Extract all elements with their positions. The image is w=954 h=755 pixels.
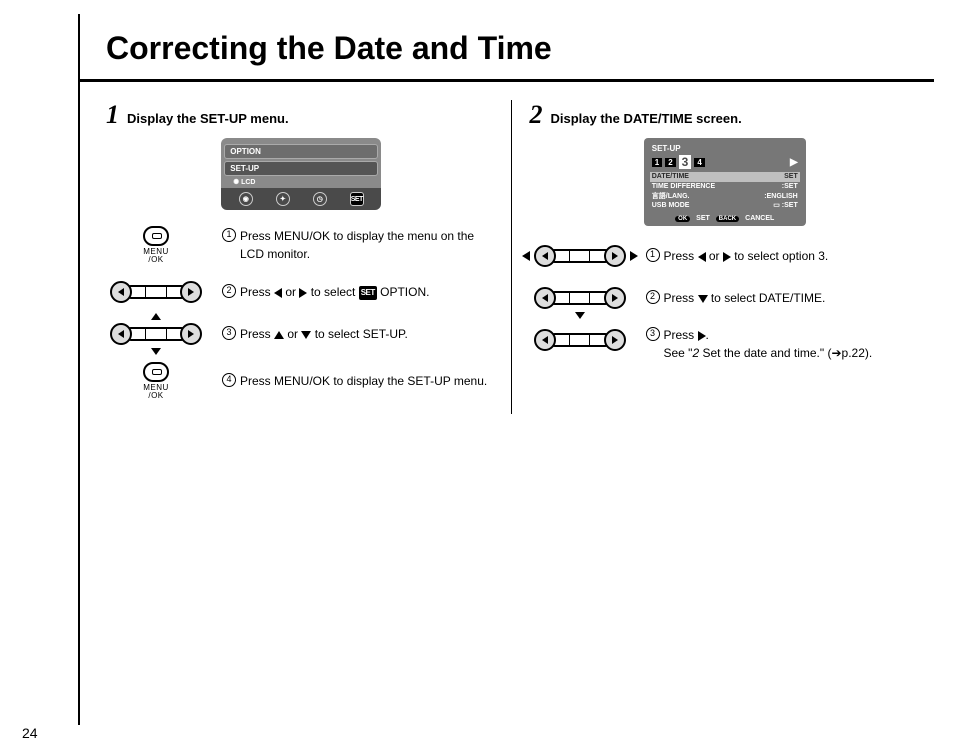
row-datetime: DATE/TIMESET xyxy=(650,172,800,182)
title-bar: Correcting the Date and Time xyxy=(80,14,934,82)
tab-3-active: 3 xyxy=(679,155,692,169)
ok-pill: OK xyxy=(675,216,690,222)
step-number-1: 1 xyxy=(106,100,119,130)
set-icon: SET xyxy=(350,192,364,206)
row-usb: USB MODE▭ :SET xyxy=(652,201,798,211)
step-1-column: 1 Display the SET-UP menu. OPTION SET-UP… xyxy=(92,100,511,414)
dpad-horizontal xyxy=(110,278,202,306)
dpad-down-icon xyxy=(151,348,161,355)
step1-text3: Press or to select SET-UP. xyxy=(240,325,408,343)
step-2-head: 2 Display the DATE/TIME screen. xyxy=(530,100,921,130)
row-lang: 言語/LANG.:ENGLISH xyxy=(652,192,798,202)
step1-item2: 2 Press or to select SET OPTION. xyxy=(106,278,497,306)
step1-item3: 3 Press or to select SET-UP. xyxy=(106,320,497,348)
menu-ok-label: MENU/OK xyxy=(143,248,169,264)
s2-bullet-1: 1 xyxy=(646,248,660,262)
dpad-left-icon xyxy=(110,281,132,303)
bullet-1: 1 xyxy=(222,228,236,242)
page-number: 24 xyxy=(22,725,38,741)
s2-bullet-2: 2 xyxy=(646,290,660,304)
dpad-right-cap4 xyxy=(604,329,626,351)
dpad-right-icon xyxy=(180,281,202,303)
dpad-out-arrows xyxy=(534,242,626,270)
step1-item1: MENU/OK 1 Press MENU/OK to display the me… xyxy=(106,226,497,264)
step2-item3: 3 Press . See "2 Set the date and time."… xyxy=(530,326,921,362)
dpad-right-cap3 xyxy=(604,287,626,309)
row-timediff: TIME DIFFERENCE:SET xyxy=(652,182,798,192)
dpad-right-cap xyxy=(180,323,202,345)
step1-item4: MENU/OK 4 Press MENU/OK to display the SE… xyxy=(106,362,497,400)
menu-ok-button: MENU/OK xyxy=(143,226,169,264)
flash-icon: ✦ xyxy=(276,192,290,206)
down-arrow-icon xyxy=(301,331,311,339)
screen-line-setup: SET-UP xyxy=(224,161,378,176)
screen2-header: SET-UP xyxy=(652,144,798,153)
menu-ok-label-2: MENU/OK xyxy=(143,384,169,400)
dpad-vertical xyxy=(110,320,202,348)
step2-item1: 1 Press or to select option 3. xyxy=(530,242,921,270)
bullet-3: 3 xyxy=(222,326,236,340)
step2-screen-wrap: SET-UP 1 2 3 4 ▶ DATE/TIMESET TIME DIFFE… xyxy=(530,138,921,226)
column-divider xyxy=(511,100,512,414)
manual-page: Correcting the Date and Time 1 Display t… xyxy=(78,14,934,725)
set-badge-icon: SET xyxy=(359,286,377,300)
step1-screen-wrap: OPTION SET-UP ✺ LCD ◉ ✦ ◷ SET xyxy=(106,138,497,210)
step-number-2: 2 xyxy=(530,100,543,130)
page-title: Correcting the Date and Time xyxy=(106,30,916,67)
tab-1: 1 xyxy=(652,158,662,167)
dpad-left-cap xyxy=(110,323,132,345)
step2-text1: Press or to select option 3. xyxy=(664,247,829,265)
screen-icon-bar: ◉ ✦ ◷ SET xyxy=(221,188,381,210)
right-arrow-icon-3 xyxy=(698,331,706,341)
setup-menu-screen: OPTION SET-UP ✺ LCD ◉ ✦ ◷ SET xyxy=(221,138,381,210)
dpad-down-icon-2 xyxy=(575,312,585,319)
timer-icon: ◷ xyxy=(313,192,327,206)
dpad-up-icon xyxy=(151,313,161,320)
datetime-screen: SET-UP 1 2 3 4 ▶ DATE/TIMESET TIME DIFFE… xyxy=(644,138,806,226)
screen-line-option: OPTION xyxy=(224,144,378,159)
dpad-left-cap3 xyxy=(534,287,556,309)
step1-text2: Press or to select SET OPTION. xyxy=(240,283,429,301)
left-arrow-icon xyxy=(274,288,282,298)
right-arrow-icon-2 xyxy=(723,252,731,262)
step-1-title: Display the SET-UP menu. xyxy=(127,111,289,126)
outer-left-arrow-icon xyxy=(522,251,530,261)
dpad-left-cap4 xyxy=(534,329,556,351)
down-arrow-icon-2 xyxy=(698,295,708,303)
step-1-head: 1 Display the SET-UP menu. xyxy=(106,100,497,130)
tab-more-icon: ▶ xyxy=(790,157,798,168)
dpad-left-cap2 xyxy=(534,245,556,267)
outer-right-arrow-icon xyxy=(630,251,638,261)
back-pill: BACK xyxy=(716,216,739,222)
bullet-2: 2 xyxy=(222,284,236,298)
dpad-right-cap2 xyxy=(604,245,626,267)
step-2-column: 2 Display the DATE/TIME screen. SET-UP 1… xyxy=(516,100,935,414)
menu-ok-icon xyxy=(143,226,169,246)
step-2-title: Display the DATE/TIME screen. xyxy=(551,111,742,126)
columns: 1 Display the SET-UP menu. OPTION SET-UP… xyxy=(80,82,934,414)
dpad-down-only xyxy=(534,284,626,312)
dpad-horizontal-2 xyxy=(534,326,626,354)
step1-text1: Press MENU/OK to display the menu on the… xyxy=(240,227,497,263)
menu-ok-icon-2 xyxy=(143,362,169,382)
left-arrow-icon-2 xyxy=(698,252,706,262)
s2-bullet-3: 3 xyxy=(646,327,660,341)
tab-4: 4 xyxy=(694,158,704,167)
bullet-4: 4 xyxy=(222,373,236,387)
screen2-tabs: 1 2 3 4 ▶ xyxy=(652,155,798,169)
step1-text4: Press MENU/OK to display the SET-UP menu… xyxy=(240,372,487,390)
step2-item2: 2 Press to select DATE/TIME. xyxy=(530,284,921,312)
menu-ok-button-2: MENU/OK xyxy=(143,362,169,400)
camera-icon: ◉ xyxy=(239,192,253,206)
screen-line-lcd: ✺ LCD xyxy=(221,178,381,186)
step2-text2: Press to select DATE/TIME. xyxy=(664,289,826,307)
tab-2: 2 xyxy=(665,158,675,167)
up-arrow-icon xyxy=(274,331,284,339)
step2-text3: Press . See "2 Set the date and time." (… xyxy=(664,326,873,362)
screen2-footer: OKSET BACKCANCEL xyxy=(652,215,798,222)
